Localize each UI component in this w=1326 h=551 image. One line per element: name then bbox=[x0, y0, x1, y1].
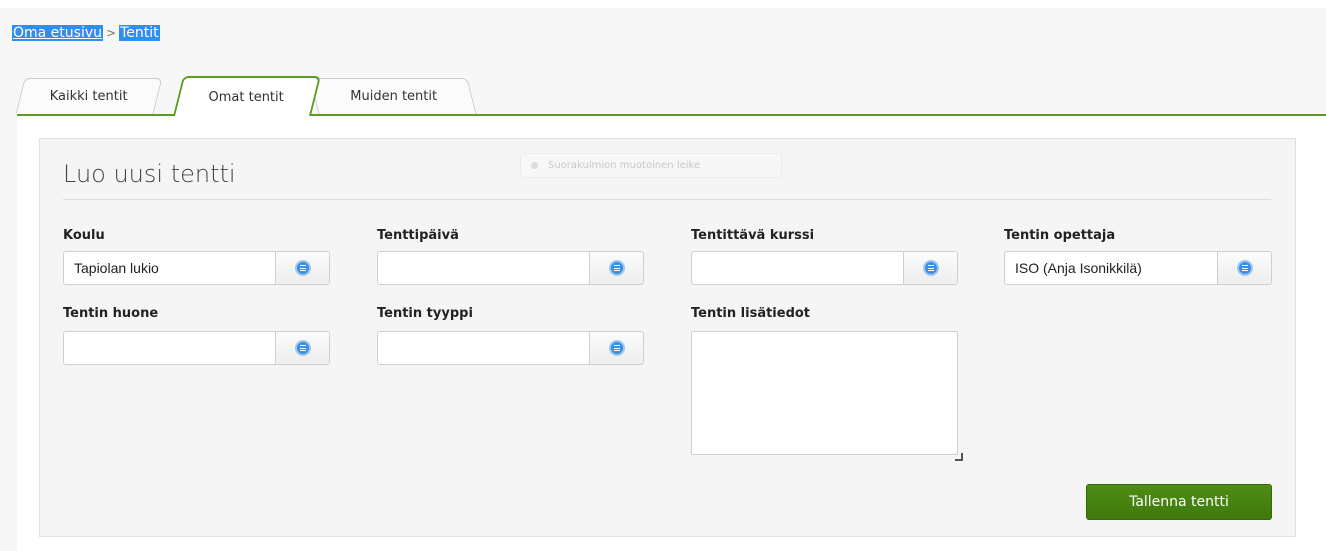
type-input[interactable] bbox=[378, 332, 590, 364]
tab-muiden-tentit[interactable]: Muiden tentit bbox=[309, 78, 477, 114]
date-label: Tenttipäivä bbox=[377, 228, 459, 243]
course-picker-button[interactable] bbox=[903, 252, 957, 284]
tooltip-dot-icon bbox=[531, 161, 538, 169]
date-input[interactable] bbox=[378, 252, 590, 284]
teacher-label: Tentin opettaja bbox=[1004, 228, 1116, 243]
breadcrumb-home-link[interactable]: Oma etusivu bbox=[12, 25, 104, 41]
details-label: Tentin lisätiedot bbox=[691, 306, 811, 321]
course-field bbox=[691, 251, 958, 285]
room-input[interactable] bbox=[64, 332, 276, 364]
breadcrumb: Oma etusivu > Tentit bbox=[12, 24, 160, 42]
tab-label: Muiden tentit bbox=[349, 89, 437, 104]
list-icon bbox=[609, 340, 625, 356]
date-field bbox=[377, 251, 644, 285]
tab-bar: Kaikki tentit Muiden tentit Omat tentit bbox=[15, 76, 1326, 116]
resize-grip-icon[interactable] bbox=[955, 453, 963, 461]
tab-kaikki-tentit[interactable]: Kaikki tentit bbox=[15, 78, 163, 114]
breadcrumb-current: Tentit bbox=[119, 25, 160, 41]
school-input[interactable] bbox=[64, 252, 276, 284]
school-label: Koulu bbox=[63, 228, 105, 243]
type-label: Tentin tyyppi bbox=[377, 306, 473, 321]
list-icon bbox=[1237, 260, 1253, 276]
breadcrumb-separator: > bbox=[106, 26, 117, 40]
details-textarea[interactable] bbox=[691, 331, 958, 455]
date-picker-button[interactable] bbox=[589, 252, 643, 284]
title-divider bbox=[63, 199, 1271, 200]
save-exam-button[interactable]: Tallenna tentti bbox=[1086, 484, 1272, 520]
room-picker-button[interactable] bbox=[275, 332, 329, 364]
tab-label: Omat tentit bbox=[208, 90, 285, 105]
type-field bbox=[377, 331, 644, 365]
tab-label: Kaikki tentit bbox=[49, 89, 128, 104]
list-icon bbox=[609, 260, 625, 276]
tab-omat-tentit[interactable]: Omat tentit bbox=[173, 76, 321, 116]
ghost-tooltip-text: Suorakulmion muotoinen leike bbox=[548, 160, 701, 171]
type-picker-button[interactable] bbox=[589, 332, 643, 364]
teacher-field bbox=[1004, 251, 1272, 285]
teacher-picker-button[interactable] bbox=[1217, 252, 1271, 284]
room-label: Tentin huone bbox=[63, 306, 159, 321]
list-icon bbox=[295, 340, 311, 356]
list-icon bbox=[295, 260, 311, 276]
course-input[interactable] bbox=[692, 252, 904, 284]
teacher-input[interactable] bbox=[1005, 252, 1217, 284]
course-label: Tentittävä kurssi bbox=[691, 228, 815, 243]
panel-title: Luo uusi tentti bbox=[63, 160, 236, 188]
list-icon bbox=[923, 260, 939, 276]
ghost-tooltip: Suorakulmion muotoinen leike bbox=[520, 153, 782, 178]
school-field bbox=[63, 251, 330, 285]
room-field bbox=[63, 331, 330, 365]
school-picker-button[interactable] bbox=[275, 252, 329, 284]
